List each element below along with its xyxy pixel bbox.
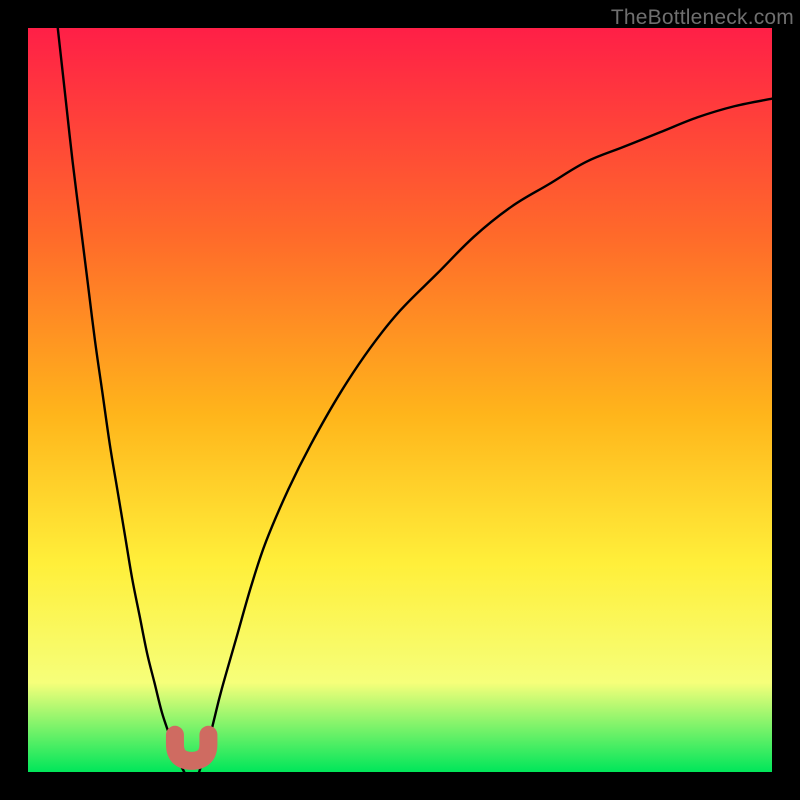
chart-svg	[28, 28, 772, 772]
watermark-text: TheBottleneck.com	[611, 6, 794, 30]
chart-frame: TheBottleneck.com	[0, 0, 800, 800]
gradient-background	[28, 28, 772, 772]
plot-area	[28, 28, 772, 772]
